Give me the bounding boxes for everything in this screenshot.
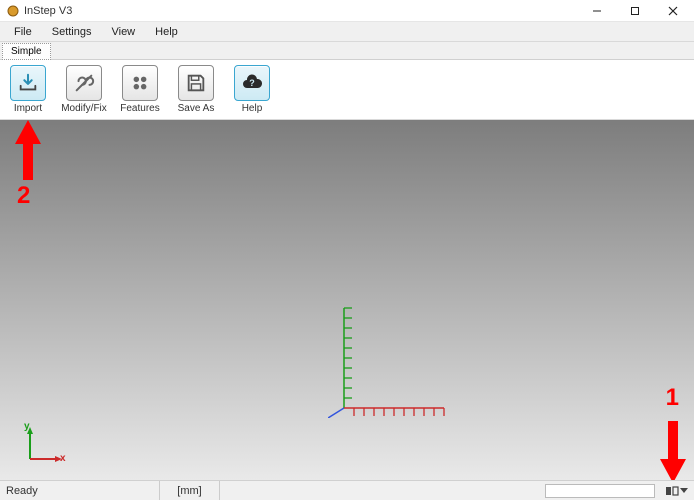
import-button[interactable]: Import — [6, 65, 50, 114]
annotation-label-2: 2 — [17, 182, 30, 210]
menu-help[interactable]: Help — [145, 24, 188, 40]
viewport-3d[interactable]: y x 2 1 — [0, 120, 694, 480]
save-as-label: Save As — [178, 103, 215, 114]
ribbon-tabstrip: Simple — [0, 42, 694, 60]
menu-settings[interactable]: Settings — [42, 24, 102, 40]
annotation-arrow-1 — [658, 407, 688, 480]
annotation-arrow-2 — [13, 120, 43, 203]
title-bar: InStep V3 — [0, 0, 694, 22]
modify-fix-button[interactable]: Modify/Fix — [62, 65, 106, 114]
features-icon — [122, 65, 158, 101]
window-title: InStep V3 — [24, 5, 578, 17]
annotation-label-1: 1 — [666, 384, 679, 412]
toolbar: Import Modify/Fix Features Save As — [0, 60, 694, 120]
menu-bar: File Settings View Help — [0, 22, 694, 42]
svg-text:?: ? — [249, 78, 255, 88]
tools-icon — [66, 65, 102, 101]
menu-view[interactable]: View — [101, 24, 145, 40]
help-label: Help — [242, 103, 263, 114]
features-label: Features — [120, 103, 159, 114]
axis-x-label: x — [60, 453, 66, 464]
origin-axes — [328, 298, 458, 421]
close-button[interactable] — [654, 0, 692, 22]
import-icon — [10, 65, 46, 101]
minimize-button[interactable] — [578, 0, 616, 22]
save-icon — [178, 65, 214, 101]
axis-y-label: y — [24, 421, 30, 432]
chevron-down-icon — [680, 488, 688, 494]
status-ready: Ready — [0, 481, 160, 500]
axis-indicator: y x — [22, 423, 66, 470]
status-units: [mm] — [160, 481, 220, 500]
app-icon — [6, 4, 20, 18]
help-button[interactable]: ? Help — [230, 65, 274, 114]
modify-fix-label: Modify/Fix — [61, 103, 107, 114]
help-cloud-icon: ? — [234, 65, 270, 101]
import-label: Import — [14, 103, 42, 114]
features-button[interactable]: Features — [118, 65, 162, 114]
save-as-button[interactable]: Save As — [174, 65, 218, 114]
tab-simple[interactable]: Simple — [2, 43, 51, 60]
status-display-mode-button[interactable] — [659, 485, 694, 497]
status-bar: Ready [mm] — [0, 480, 694, 500]
menu-file[interactable]: File — [4, 24, 42, 40]
maximize-button[interactable] — [616, 0, 654, 22]
display-mode-icon — [665, 485, 679, 497]
status-progress — [545, 484, 655, 498]
